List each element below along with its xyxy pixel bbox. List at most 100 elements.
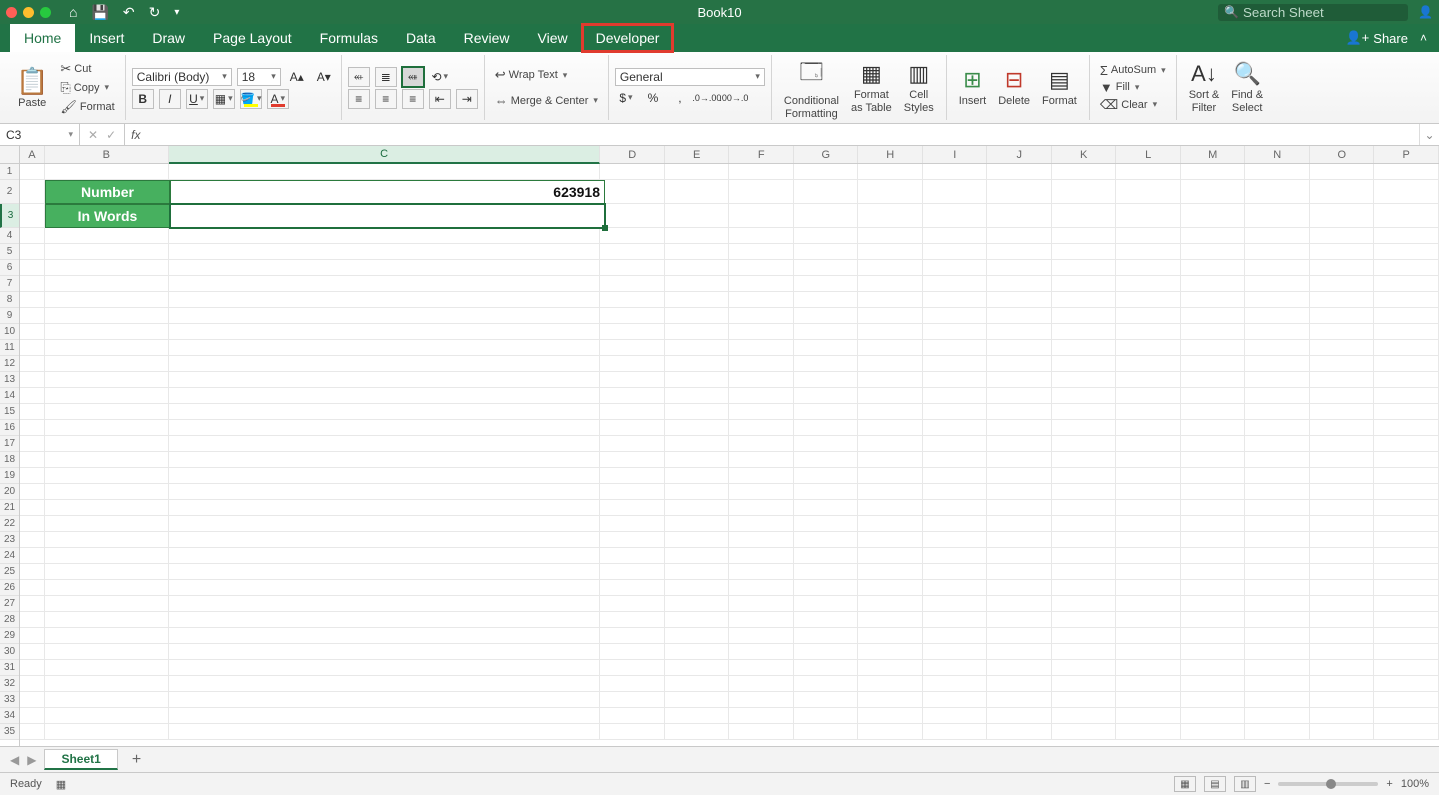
- cell-styles-button[interactable]: ▥Cell Styles: [898, 55, 940, 120]
- row-header-3[interactable]: 3: [0, 204, 19, 228]
- row-header-7[interactable]: 7: [0, 276, 19, 292]
- page-break-view-button[interactable]: ▥: [1234, 776, 1256, 792]
- fx-label[interactable]: fx: [125, 124, 146, 145]
- row-header-8[interactable]: 8: [0, 292, 19, 308]
- row-header-25[interactable]: 25: [0, 564, 19, 580]
- increase-font-button[interactable]: A▴: [286, 67, 308, 87]
- sheet-nav-prev[interactable]: ◀: [10, 753, 19, 767]
- page-layout-view-button[interactable]: ▤: [1204, 776, 1226, 792]
- underline-button[interactable]: U: [186, 89, 208, 109]
- decrease-indent-button[interactable]: ⇤: [429, 89, 451, 109]
- col-header-J[interactable]: J: [987, 146, 1052, 163]
- format-painter-button[interactable]: 🖌Format: [56, 98, 118, 116]
- name-box[interactable]: C3▾: [0, 124, 80, 145]
- macro-record-icon[interactable]: ▦: [56, 778, 66, 791]
- cut-button[interactable]: ✂Cut: [56, 60, 118, 78]
- normal-view-button[interactable]: ▦: [1174, 776, 1196, 792]
- col-header-G[interactable]: G: [794, 146, 859, 163]
- save-icon[interactable]: 💾: [91, 4, 108, 21]
- row-header-35[interactable]: 35: [0, 724, 19, 740]
- row-header-6[interactable]: 6: [0, 260, 19, 276]
- tab-home[interactable]: Home: [10, 24, 75, 52]
- sheet-nav-next[interactable]: ▶: [27, 753, 36, 767]
- row-header-30[interactable]: 30: [0, 644, 19, 660]
- cell-b3[interactable]: In Words: [45, 204, 170, 228]
- row-header-10[interactable]: 10: [0, 324, 19, 340]
- zoom-value[interactable]: 100%: [1401, 778, 1429, 790]
- decrease-decimal-button[interactable]: .00→.0: [723, 88, 745, 108]
- row-header-24[interactable]: 24: [0, 548, 19, 564]
- italic-button[interactable]: I: [159, 89, 181, 109]
- col-header-C[interactable]: C: [169, 146, 601, 164]
- paste-button[interactable]: 📋 Paste: [12, 60, 52, 116]
- percent-format-button[interactable]: %: [642, 88, 664, 108]
- minimize-window-button[interactable]: [23, 7, 34, 18]
- qat-customize-icon[interactable]: ▾: [174, 7, 179, 18]
- share-button[interactable]: 👤+Share: [1346, 30, 1408, 46]
- row-header-23[interactable]: 23: [0, 532, 19, 548]
- col-header-F[interactable]: F: [729, 146, 794, 163]
- cancel-formula-icon[interactable]: ✕: [88, 128, 98, 142]
- row-header-17[interactable]: 17: [0, 436, 19, 452]
- align-bottom-button[interactable]: ⬵: [402, 67, 424, 87]
- orientation-button[interactable]: ⟲: [429, 67, 451, 87]
- collapse-ribbon-button[interactable]: ˄: [1420, 31, 1427, 45]
- bold-button[interactable]: B: [132, 89, 154, 109]
- format-as-table-button[interactable]: ▦Format as Table: [845, 55, 898, 120]
- tab-developer[interactable]: Developer: [582, 24, 674, 52]
- copy-button[interactable]: ⎘Copy: [56, 79, 118, 97]
- col-header-N[interactable]: N: [1245, 146, 1310, 163]
- sort-filter-button[interactable]: A↓Sort & Filter: [1183, 55, 1226, 120]
- redo-icon[interactable]: ↻: [149, 4, 161, 21]
- increase-decimal-button[interactable]: .0→.00: [696, 88, 718, 108]
- undo-icon[interactable]: ↶: [123, 4, 135, 21]
- col-header-L[interactable]: L: [1116, 146, 1181, 163]
- row-header-16[interactable]: 16: [0, 420, 19, 436]
- sheet-tab-sheet1[interactable]: Sheet1: [44, 749, 117, 770]
- worksheet-grid[interactable]: 1234567891011121314151617181920212223242…: [0, 146, 1439, 746]
- cell-c2[interactable]: 623918: [170, 180, 605, 204]
- font-color-button[interactable]: A: [267, 89, 289, 109]
- row-header-20[interactable]: 20: [0, 484, 19, 500]
- col-header-P[interactable]: P: [1374, 146, 1439, 163]
- row-header-31[interactable]: 31: [0, 660, 19, 676]
- row-header-1[interactable]: 1: [0, 164, 19, 180]
- borders-button[interactable]: ▦: [213, 89, 235, 109]
- namebox-dropdown-icon[interactable]: ▾: [68, 129, 73, 140]
- align-right-button[interactable]: ≡: [402, 89, 424, 109]
- row-header-26[interactable]: 26: [0, 580, 19, 596]
- row-header-4[interactable]: 4: [0, 228, 19, 244]
- align-top-button[interactable]: ⬴: [348, 67, 370, 87]
- zoom-in-button[interactable]: +: [1386, 778, 1392, 790]
- align-left-button[interactable]: ≡: [348, 89, 370, 109]
- col-header-M[interactable]: M: [1181, 146, 1246, 163]
- col-header-K[interactable]: K: [1052, 146, 1117, 163]
- row-header-19[interactable]: 19: [0, 468, 19, 484]
- delete-cells-button[interactable]: ⊟Delete: [992, 55, 1036, 120]
- row-header-33[interactable]: 33: [0, 692, 19, 708]
- tab-data[interactable]: Data: [392, 24, 450, 52]
- row-header-27[interactable]: 27: [0, 596, 19, 612]
- row-header-21[interactable]: 21: [0, 500, 19, 516]
- font-name-combo[interactable]: Calibri (Body): [132, 68, 232, 86]
- row-header-2[interactable]: 2: [0, 180, 19, 204]
- col-header-I[interactable]: I: [923, 146, 988, 163]
- col-header-E[interactable]: E: [665, 146, 730, 163]
- comma-format-button[interactable]: ,: [669, 88, 691, 108]
- col-header-B[interactable]: B: [45, 146, 169, 163]
- tab-review[interactable]: Review: [450, 24, 524, 52]
- row-header-29[interactable]: 29: [0, 628, 19, 644]
- row-header-13[interactable]: 13: [0, 372, 19, 388]
- tab-page-layout[interactable]: Page Layout: [199, 24, 306, 52]
- zoom-out-button[interactable]: −: [1264, 778, 1270, 790]
- tab-draw[interactable]: Draw: [138, 24, 199, 52]
- search-sheet-box[interactable]: 🔍: [1218, 4, 1408, 21]
- row-header-22[interactable]: 22: [0, 516, 19, 532]
- accounting-format-button[interactable]: $: [615, 88, 637, 108]
- row-header-18[interactable]: 18: [0, 452, 19, 468]
- cell-c3-selected[interactable]: [170, 204, 605, 228]
- align-center-button[interactable]: ≡: [375, 89, 397, 109]
- row-header-34[interactable]: 34: [0, 708, 19, 724]
- row-header-32[interactable]: 32: [0, 676, 19, 692]
- format-cells-button[interactable]: ▤Format: [1036, 55, 1083, 120]
